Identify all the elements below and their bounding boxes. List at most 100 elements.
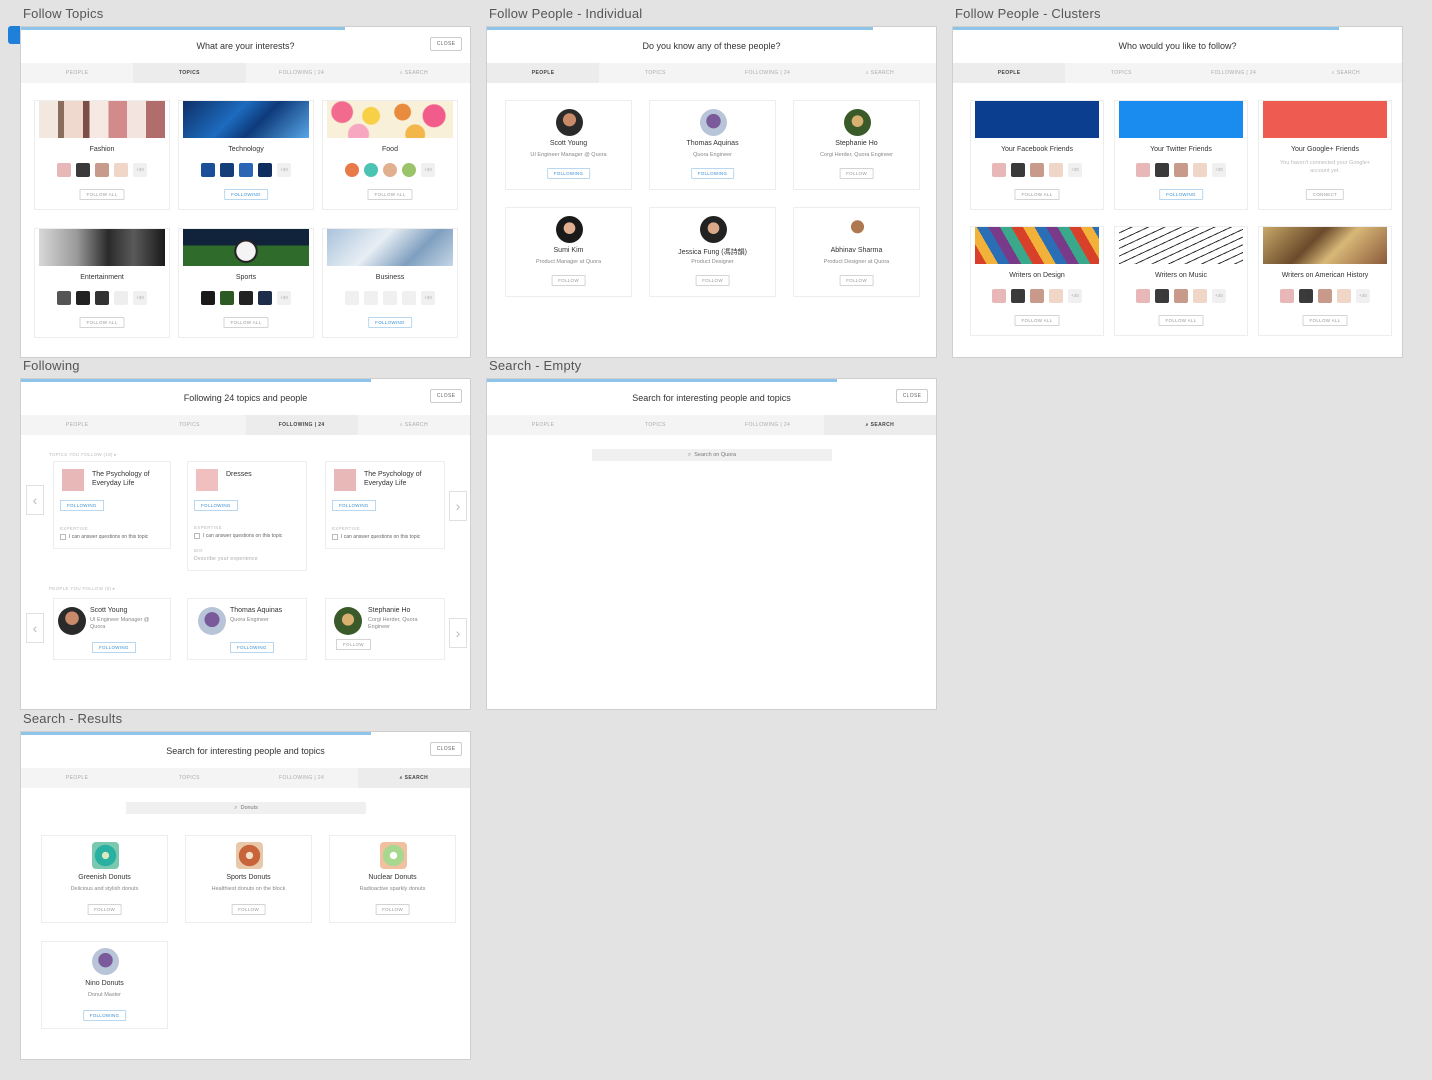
follow-all-button[interactable]: FOLLOW ALL	[79, 189, 125, 200]
topic-card-sports[interactable]: Sports +20 FOLLOW ALL	[178, 228, 314, 338]
person-card[interactable]: Stephanie Ho Corgi Herder, Quora Enginee…	[793, 100, 920, 190]
follow-button[interactable]: FOLLOW	[87, 904, 122, 915]
tab-bar: PEOPLE TOPICS FOLLOWING | 24 ⌕ SEARCH	[21, 768, 470, 788]
follow-button[interactable]: FOLLOW	[839, 275, 874, 286]
tab-topics[interactable]: TOPICS	[599, 415, 711, 435]
follow-all-button[interactable]: FOLLOW ALL	[1014, 189, 1060, 200]
result-card[interactable]: Nuclear Donuts Radioactive sparkly donut…	[329, 835, 456, 923]
tab-search[interactable]: ⌕ SEARCH	[823, 415, 936, 435]
tab-people[interactable]: PEOPLE	[21, 415, 133, 435]
follow-all-button[interactable]: FOLLOW ALL	[367, 189, 413, 200]
follow-all-button[interactable]: FOLLOW ALL	[223, 317, 269, 328]
tab-search[interactable]: ⌕ SEARCH	[824, 63, 936, 83]
follow-button[interactable]: FOLLOW	[695, 275, 730, 286]
prev-arrow[interactable]: ‹	[26, 485, 44, 515]
people-section-label[interactable]: PEOPLE YOU FOLLOW (8) ▸	[49, 586, 115, 592]
bio-input[interactable]: Describe your experience	[194, 556, 258, 562]
tab-search[interactable]: ⌕ SEARCH	[358, 63, 470, 83]
frame-label-following: Following	[23, 358, 80, 373]
close-button[interactable]: CLOSE	[896, 389, 928, 403]
cluster-card-history[interactable]: Writers on American History +20 FOLLOW A…	[1258, 226, 1392, 336]
following-button[interactable]: FOLLOWING	[60, 500, 104, 511]
expertise-checkbox[interactable]: I can answer questions on this topic	[194, 533, 282, 539]
result-card[interactable]: Greenish Donuts Delicious and stylish do…	[41, 835, 168, 923]
expertise-checkbox[interactable]: I can answer questions on this topic	[332, 534, 420, 540]
following-button[interactable]: FOLLOWING	[230, 642, 274, 653]
search-input[interactable]: ⌕ Donuts	[126, 802, 366, 814]
tab-topics[interactable]: TOPICS	[133, 63, 246, 83]
following-button[interactable]: FOLLOWING	[92, 642, 136, 653]
topic-card-entertainment[interactable]: Entertainment +20 FOLLOW ALL	[34, 228, 170, 338]
followed-topic-card[interactable]: The Psychology of Everyday Life FOLLOWIN…	[53, 461, 171, 549]
cluster-card-twitter[interactable]: Your Twitter Friends +20 FOLLOWING	[1114, 100, 1248, 210]
topics-section-label[interactable]: TOPICS YOU FOLLOW (19) ▸	[49, 452, 117, 458]
follow-button[interactable]: FOLLOW	[375, 904, 410, 915]
follow-all-button[interactable]: FOLLOW ALL	[79, 317, 125, 328]
tab-following[interactable]: FOLLOWING | 24	[712, 415, 824, 435]
tab-people[interactable]: PEOPLE	[487, 63, 600, 83]
follow-button[interactable]: FOLLOW	[336, 639, 371, 650]
tab-topics[interactable]: TOPICS	[599, 63, 711, 83]
close-button[interactable]: CLOSE	[430, 742, 462, 756]
tab-topics[interactable]: TOPICS	[1065, 63, 1177, 83]
tab-following[interactable]: FOLLOWING | 24	[1178, 63, 1290, 83]
person-card[interactable]: Sumi Kim Product Manager at Quora FOLLOW	[505, 207, 632, 297]
tab-search[interactable]: ⌕ SEARCH	[1290, 63, 1402, 83]
topic-card-business[interactable]: Business +20 FOLLOWING	[322, 228, 458, 338]
follow-all-button[interactable]: FOLLOW ALL	[1302, 315, 1348, 326]
person-card[interactable]: Thomas Aquinas Quora Engineer FOLLOWING	[649, 100, 776, 190]
followed-topic-card[interactable]: The Psychology of Everyday Life FOLLOWIN…	[325, 461, 445, 549]
follow-all-button[interactable]: FOLLOW ALL	[1158, 315, 1204, 326]
follow-all-button[interactable]: FOLLOW ALL	[1014, 315, 1060, 326]
tab-following[interactable]: FOLLOWING | 24	[245, 415, 358, 435]
following-button[interactable]: FOLLOWING	[224, 189, 268, 200]
topic-card-food[interactable]: Food +20 FOLLOW ALL	[322, 100, 458, 210]
tab-search[interactable]: ⌕ SEARCH	[357, 768, 470, 788]
person-bio: Product Designer at Quora	[823, 259, 890, 265]
connect-button[interactable]: CONNECT	[1305, 189, 1345, 200]
next-arrow[interactable]: ›	[449, 618, 467, 648]
follow-button[interactable]: FOLLOW	[551, 275, 586, 286]
cluster-card-music[interactable]: Writers on Music +20 FOLLOW ALL	[1114, 226, 1248, 336]
followed-person-card[interactable]: Stephanie Ho Corgi Herder, Quora Enginee…	[325, 598, 445, 660]
more-count: +20	[133, 163, 147, 177]
result-card[interactable]: Nino Donuts Donut Master FOLLOWING	[41, 941, 168, 1029]
expertise-checkbox[interactable]: I can answer questions on this topic	[60, 534, 148, 540]
cluster-card-google[interactable]: Your Google+ Friends You haven't connect…	[1258, 100, 1392, 210]
following-button[interactable]: FOLLOWING	[546, 168, 591, 179]
tab-people[interactable]: PEOPLE	[953, 63, 1066, 83]
person-card[interactable]: Abhinav Sharma Product Designer at Quora…	[793, 207, 920, 297]
followed-person-card[interactable]: Scott Young UI Engineer Manager @ Quora …	[53, 598, 171, 660]
tab-topics[interactable]: TOPICS	[133, 768, 245, 788]
followed-person-card[interactable]: Thomas Aquinas Quora Engineer FOLLOWING	[187, 598, 307, 660]
tab-people[interactable]: PEOPLE	[21, 63, 133, 83]
cluster-card-facebook[interactable]: Your Facebook Friends +20 FOLLOW ALL	[970, 100, 1104, 210]
following-button[interactable]: FOLLOWING	[332, 500, 376, 511]
prev-arrow[interactable]: ‹	[26, 613, 44, 643]
topic-card-fashion[interactable]: Fashion +20 FOLLOW ALL	[34, 100, 170, 210]
tab-following[interactable]: FOLLOWING | 24	[246, 63, 358, 83]
following-button[interactable]: FOLLOWING	[690, 168, 735, 179]
tab-search[interactable]: ⌕ SEARCH	[358, 415, 470, 435]
next-arrow[interactable]: ›	[449, 491, 467, 521]
cluster-card-design[interactable]: Writers on Design +20 FOLLOW ALL	[970, 226, 1104, 336]
tab-people[interactable]: PEOPLE	[21, 768, 133, 788]
tab-following[interactable]: FOLLOWING | 24	[712, 63, 824, 83]
search-input[interactable]: ⌕ Search on Quora	[592, 449, 832, 461]
following-button[interactable]: FOLLOWING	[82, 1010, 127, 1021]
result-card[interactable]: Sports Donuts Healthiest donuts on the b…	[185, 835, 312, 923]
person-card[interactable]: Scott Young UI Engineer Manager @ Quora …	[505, 100, 632, 190]
following-button[interactable]: FOLLOWING	[368, 317, 412, 328]
topic-card-technology[interactable]: Technology +20 FOLLOWING	[178, 100, 314, 210]
tab-topics[interactable]: TOPICS	[133, 415, 245, 435]
person-card[interactable]: Jessica Fung (馮詩韻) Product Designer FOLL…	[649, 207, 776, 297]
follow-button[interactable]: FOLLOW	[231, 904, 266, 915]
close-button[interactable]: CLOSE	[430, 37, 462, 51]
followed-topic-card[interactable]: Dresses FOLLOWING EXPERTISE I can answer…	[187, 461, 307, 571]
close-button[interactable]: CLOSE	[430, 389, 462, 403]
following-button[interactable]: FOLLOWING	[1159, 189, 1203, 200]
tab-following[interactable]: FOLLOWING | 24	[246, 768, 358, 788]
follow-button[interactable]: FOLLOW	[839, 168, 874, 179]
tab-people[interactable]: PEOPLE	[487, 415, 599, 435]
following-button[interactable]: FOLLOWING	[194, 500, 238, 511]
